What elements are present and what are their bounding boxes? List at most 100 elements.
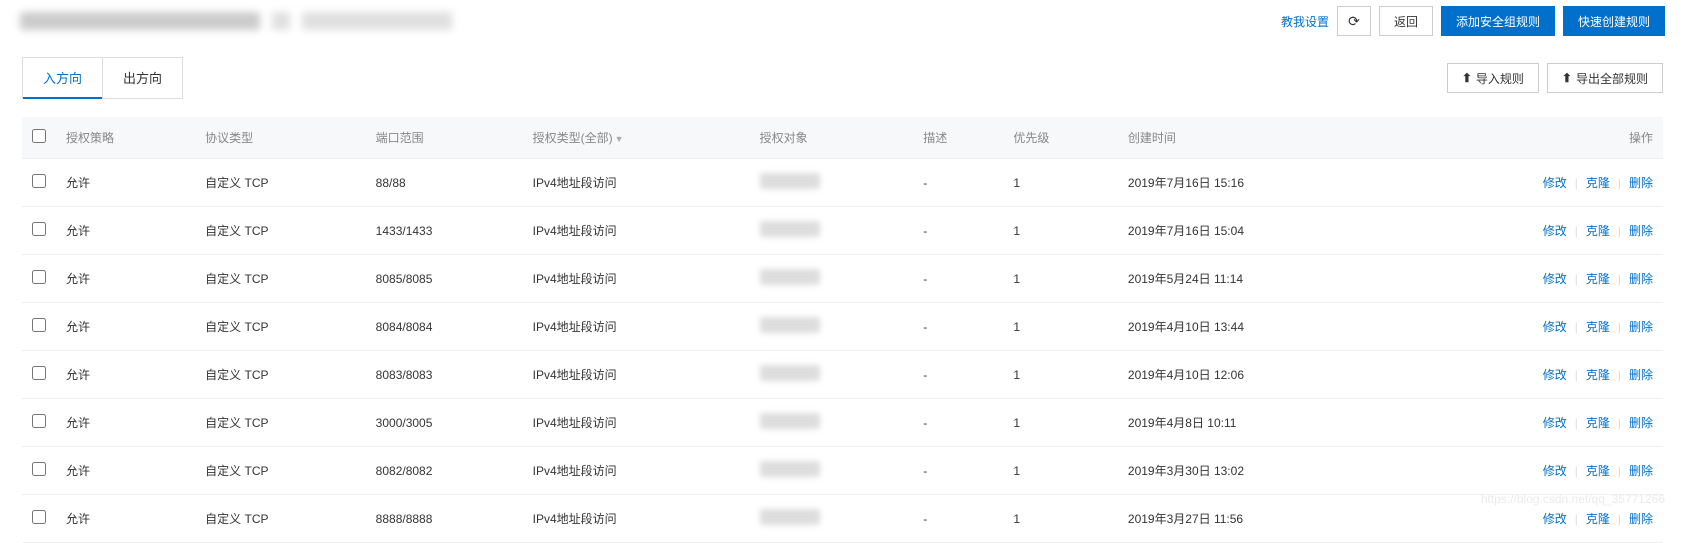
sub-bar: 入方向 出方向 ⬆导入规则 ⬆导出全部规则 (0, 43, 1685, 99)
clone-link[interactable]: 克隆 (1586, 464, 1610, 478)
cell-created: 2019年4月10日 12:06 (1118, 351, 1396, 399)
sub-actions: ⬆导入规则 ⬆导出全部规则 (1447, 63, 1663, 93)
refresh-button[interactable]: ⟳ (1337, 6, 1371, 36)
cell-auth-type: IPv4地址段访问 (523, 447, 750, 495)
col-ops: 操作 (1396, 117, 1663, 159)
cell-desc: - (913, 351, 1003, 399)
tab-inbound[interactable]: 入方向 (23, 58, 102, 99)
col-port: 端口范围 (366, 117, 523, 159)
rules-table: 授权策略 协议类型 端口范围 授权类型(全部)▼ 授权对象 描述 优先级 创建时… (22, 117, 1663, 543)
cell-ops: 修改|克隆|删除 (1396, 351, 1663, 399)
cell-policy: 允许 (56, 303, 195, 351)
cell-created: 2019年7月16日 15:04 (1118, 207, 1396, 255)
delete-link[interactable]: 删除 (1629, 416, 1653, 430)
delete-link[interactable]: 删除 (1629, 224, 1653, 238)
delete-link[interactable]: 删除 (1629, 320, 1653, 334)
cell-priority: 1 (1003, 159, 1118, 207)
clone-link[interactable]: 克隆 (1586, 224, 1610, 238)
delete-link[interactable]: 删除 (1629, 512, 1653, 526)
edit-link[interactable]: 修改 (1543, 320, 1567, 334)
cell-auth-type: IPv4地址段访问 (523, 495, 750, 543)
cell-desc: - (913, 447, 1003, 495)
cell-desc: - (913, 399, 1003, 447)
cell-ops: 修改|克隆|删除 (1396, 399, 1663, 447)
table-header-row: 授权策略 协议类型 端口范围 授权类型(全部)▼ 授权对象 描述 优先级 创建时… (22, 117, 1663, 159)
cell-priority: 1 (1003, 351, 1118, 399)
col-auth-type[interactable]: 授权类型(全部)▼ (523, 117, 750, 159)
edit-link[interactable]: 修改 (1543, 416, 1567, 430)
row-checkbox[interactable] (32, 318, 46, 332)
edit-link[interactable]: 修改 (1543, 512, 1567, 526)
cell-priority: 1 (1003, 447, 1118, 495)
cell-protocol: 自定义 TCP (195, 303, 366, 351)
cell-auth-type: IPv4地址段访问 (523, 303, 750, 351)
cell-port: 8085/8085 (366, 255, 523, 303)
cell-created: 2019年7月16日 15:16 (1118, 159, 1396, 207)
row-checkbox[interactable] (32, 270, 46, 284)
add-rule-button[interactable]: 添加安全组规则 (1441, 6, 1555, 36)
cell-port: 8888/8888 (366, 495, 523, 543)
tab-outbound[interactable]: 出方向 (102, 58, 182, 98)
cell-target (750, 303, 914, 351)
cell-ops: 修改|克隆|删除 (1396, 207, 1663, 255)
edit-link[interactable]: 修改 (1543, 368, 1567, 382)
export-label: 导出全部规则 (1576, 70, 1648, 87)
cell-target (750, 447, 914, 495)
cell-desc: - (913, 255, 1003, 303)
delete-link[interactable]: 删除 (1629, 464, 1653, 478)
row-checkbox[interactable] (32, 174, 46, 188)
table-row: 允许自定义 TCP8084/8084IPv4地址段访问-12019年4月10日 … (22, 303, 1663, 351)
edit-link[interactable]: 修改 (1543, 464, 1567, 478)
edit-link[interactable]: 修改 (1543, 224, 1567, 238)
col-auth-type-label: 授权类型(全部) (533, 131, 613, 145)
cell-created: 2019年4月10日 13:44 (1118, 303, 1396, 351)
clone-link[interactable]: 克隆 (1586, 320, 1610, 334)
export-rules-button[interactable]: ⬆导出全部规则 (1547, 63, 1663, 93)
refresh-icon: ⟳ (1348, 13, 1360, 30)
cell-auth-type: IPv4地址段访问 (523, 351, 750, 399)
table-row: 允许自定义 TCP8083/8083IPv4地址段访问-12019年4月10日 … (22, 351, 1663, 399)
upload-icon: ⬆ (1462, 71, 1472, 85)
direction-tabs: 入方向 出方向 (22, 57, 183, 99)
cell-ops: 修改|克隆|删除 (1396, 447, 1663, 495)
teach-me-link[interactable]: 教我设置 (1281, 13, 1329, 30)
quick-rule-button[interactable]: 快速创建规则 (1563, 6, 1665, 36)
cell-desc: - (913, 159, 1003, 207)
clone-link[interactable]: 克隆 (1586, 416, 1610, 430)
clone-link[interactable]: 克隆 (1586, 368, 1610, 382)
delete-link[interactable]: 删除 (1629, 272, 1653, 286)
import-rules-button[interactable]: ⬆导入规则 (1447, 63, 1539, 93)
delete-link[interactable]: 删除 (1629, 176, 1653, 190)
cell-auth-type: IPv4地址段访问 (523, 399, 750, 447)
top-bar: 教我设置 ⟳ 返回 添加安全组规则 快速创建规则 (0, 0, 1685, 43)
edit-link[interactable]: 修改 (1543, 272, 1567, 286)
col-created: 创建时间 (1118, 117, 1396, 159)
cell-ops: 修改|克隆|删除 (1396, 495, 1663, 543)
cell-policy: 允许 (56, 399, 195, 447)
clone-link[interactable]: 克隆 (1586, 512, 1610, 526)
col-policy: 授权策略 (56, 117, 195, 159)
cell-port: 8082/8082 (366, 447, 523, 495)
cell-policy: 允许 (56, 255, 195, 303)
cell-target (750, 207, 914, 255)
clone-link[interactable]: 克隆 (1586, 272, 1610, 286)
row-checkbox[interactable] (32, 366, 46, 380)
row-checkbox[interactable] (32, 222, 46, 236)
row-checkbox[interactable] (32, 462, 46, 476)
select-all-checkbox[interactable] (32, 129, 46, 143)
row-checkbox[interactable] (32, 414, 46, 428)
clone-link[interactable]: 克隆 (1586, 176, 1610, 190)
cell-created: 2019年3月27日 11:56 (1118, 495, 1396, 543)
cell-created: 2019年5月24日 11:14 (1118, 255, 1396, 303)
cell-protocol: 自定义 TCP (195, 399, 366, 447)
row-checkbox[interactable] (32, 510, 46, 524)
delete-link[interactable]: 删除 (1629, 368, 1653, 382)
edit-link[interactable]: 修改 (1543, 176, 1567, 190)
cell-protocol: 自定义 TCP (195, 447, 366, 495)
col-protocol: 协议类型 (195, 117, 366, 159)
cell-auth-type: IPv4地址段访问 (523, 207, 750, 255)
cell-policy: 允许 (56, 159, 195, 207)
back-button[interactable]: 返回 (1379, 6, 1433, 36)
cell-target (750, 159, 914, 207)
cell-target (750, 255, 914, 303)
